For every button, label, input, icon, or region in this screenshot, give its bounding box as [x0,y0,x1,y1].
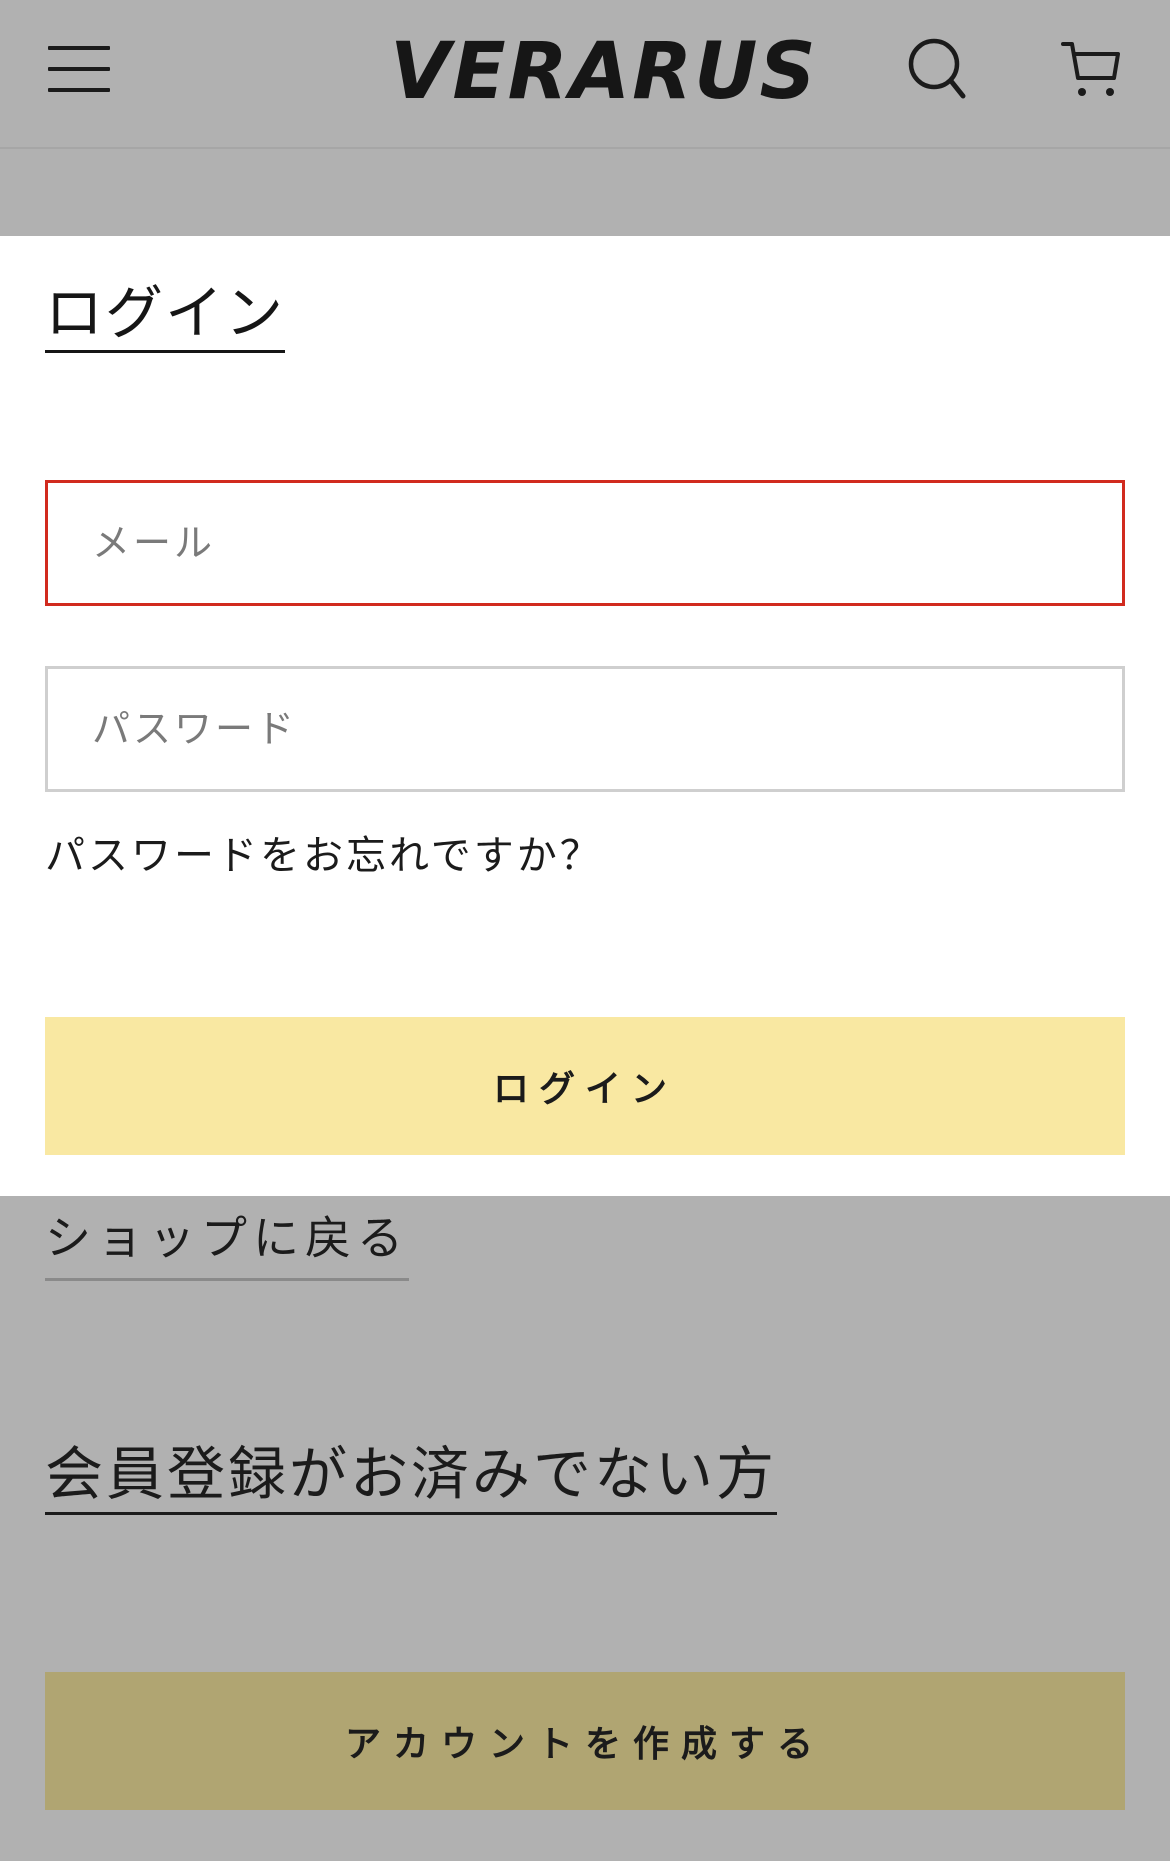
menu-line [48,46,110,50]
search-icon[interactable] [906,36,968,102]
email-field[interactable] [45,480,1125,606]
site-logo[interactable]: VERARUS [390,22,816,122]
password-field[interactable] [45,666,1125,792]
login-card: ログイン パスワードをお忘れですか？ ログイン [0,236,1170,1196]
cart-icon[interactable] [1060,38,1122,100]
site-header: VERARUS [0,0,1170,149]
login-title: ログイン [45,278,286,353]
back-to-shop-link[interactable]: ショップに戻る [45,1206,409,1281]
login-button[interactable]: ログイン [45,1017,1125,1155]
register-heading: 会員登録がお済みでない方 [45,1436,778,1515]
forgot-password-link[interactable]: パスワードをお忘れですか？ [45,828,603,884]
hamburger-menu-icon[interactable] [48,46,110,92]
menu-line [48,88,110,92]
menu-line [48,67,110,71]
create-account-button[interactable]: アカウントを作成する [45,1672,1125,1810]
